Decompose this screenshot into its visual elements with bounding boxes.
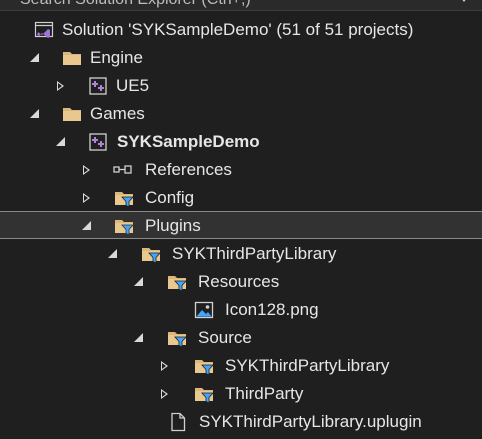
references-icon — [113, 160, 133, 180]
tree-item-ue5[interactable]: UE5 — [0, 72, 482, 100]
collapse-arrow-icon[interactable] — [56, 81, 66, 91]
visual-studio-solution-icon — [34, 20, 54, 40]
thirdparty-label: ThirdParty — [225, 384, 304, 403]
search-box[interactable]: Search Solution Explorer (Ctrl+;) — [0, 0, 482, 11]
folder-icon — [62, 104, 82, 124]
tree-item-icon128[interactable]: Icon128.png — [0, 296, 482, 324]
tree-item-resources[interactable]: Resources — [0, 268, 482, 296]
expand-arrow-icon[interactable] — [134, 277, 144, 287]
games-label: Games — [90, 104, 145, 123]
folder-icon — [62, 48, 82, 68]
filter-folder-icon — [167, 272, 187, 292]
tree-item-sykthirdpartylibrary[interactable]: SYKThirdPartyLibrary — [0, 240, 482, 268]
tree-item-engine[interactable]: Engine — [0, 44, 482, 72]
tree-item-uplugin[interactable]: SYKThirdPartyLibrary.uplugin — [0, 408, 482, 436]
syksampledemo-label: SYKSampleDemo — [117, 132, 260, 151]
tree-item-config[interactable]: Config — [0, 184, 482, 212]
filter-folder-icon — [114, 188, 134, 208]
collapse-arrow-icon[interactable] — [82, 193, 92, 203]
source-sykthirdpartylibrary-label: SYKThirdPartyLibrary — [225, 356, 390, 375]
uplugin-label: SYKThirdPartyLibrary.uplugin — [199, 412, 422, 431]
tree-item-source[interactable]: Source — [0, 324, 482, 352]
tree-item-games[interactable]: Games — [0, 100, 482, 128]
icon128-label: Icon128.png — [225, 300, 319, 319]
expand-arrow-icon[interactable] — [134, 333, 144, 343]
expand-arrow-icon[interactable] — [56, 137, 66, 147]
filter-folder-icon — [194, 356, 214, 376]
tree-item-syksampledemo[interactable]: SYKSampleDemo — [0, 128, 482, 156]
filter-folder-icon — [167, 328, 187, 348]
filter-folder-icon — [141, 244, 161, 264]
collapse-arrow-icon[interactable] — [160, 361, 170, 371]
expand-arrow-icon[interactable] — [82, 221, 92, 231]
cpp-project-icon — [88, 76, 108, 96]
tree-item-plugins[interactable]: Plugins — [0, 211, 482, 239]
search-dropdown-icon[interactable] — [458, 0, 470, 2]
filter-folder-icon — [114, 216, 134, 236]
tree-item-solution[interactable]: Solution 'SYKSampleDemo' (51 of 51 proje… — [0, 16, 482, 44]
ue5-label: UE5 — [116, 76, 150, 95]
expand-arrow-icon[interactable] — [30, 109, 40, 119]
tree-item-thirdparty[interactable]: ThirdParty — [0, 380, 482, 408]
tree-item-references[interactable]: References — [0, 156, 482, 184]
references-label: References — [145, 160, 232, 179]
cpp-project-icon — [88, 132, 108, 152]
expand-arrow-icon[interactable] — [108, 249, 118, 259]
plugins-label: Plugins — [145, 216, 201, 235]
file-icon — [168, 412, 188, 432]
search-placeholder: Search Solution Explorer (Ctrl+;) — [20, 0, 251, 9]
expand-arrow-icon[interactable] — [30, 53, 40, 63]
config-label: Config — [145, 188, 195, 207]
solution-label: Solution 'SYKSampleDemo' (51 of 51 proje… — [62, 20, 414, 39]
source-label: Source — [198, 328, 252, 347]
filter-folder-icon — [194, 384, 214, 404]
image-file-icon — [194, 300, 214, 320]
collapse-arrow-icon[interactable] — [160, 389, 170, 399]
sykthirdpartylibrary-label: SYKThirdPartyLibrary — [172, 244, 337, 263]
resources-label: Resources — [198, 272, 280, 291]
engine-label: Engine — [90, 48, 143, 67]
tree-item-source-sykthirdpartylibrary[interactable]: SYKThirdPartyLibrary — [0, 352, 482, 380]
collapse-arrow-icon[interactable] — [82, 165, 92, 175]
